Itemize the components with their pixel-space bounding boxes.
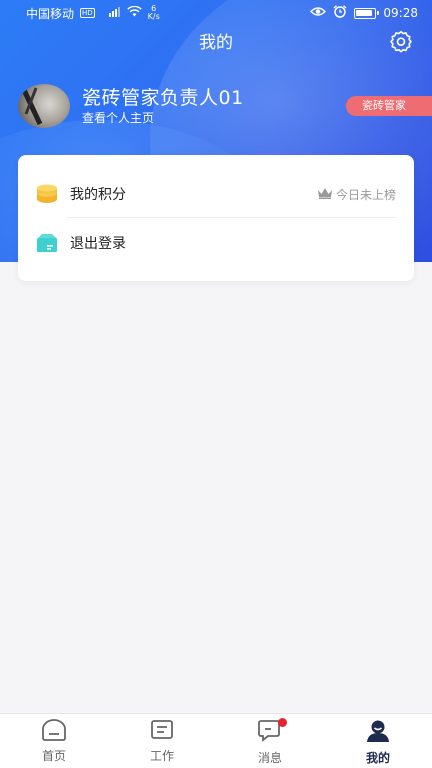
wifi-icon: [126, 5, 142, 20]
hd-badge: HD: [80, 8, 95, 18]
ranking-status: 今日未上榜: [317, 186, 396, 203]
eye-icon: [310, 6, 327, 20]
profile-icon: [365, 719, 391, 747]
avatar[interactable]: [18, 84, 70, 128]
tab-home[interactable]: 首页: [0, 714, 108, 768]
page-title: 我的: [199, 33, 233, 53]
logout-box-icon: [36, 232, 58, 254]
my-points-label: 我的积分: [70, 187, 126, 203]
tab-messages-label: 消息: [257, 751, 282, 765]
notification-dot: [278, 718, 287, 727]
status-bar: 中国移动 HD 6 K/s 09:28: [0, 0, 432, 26]
alarm-icon: [333, 5, 347, 21]
my-points-row[interactable]: 我的积分 今日未上榜: [18, 169, 414, 219]
tab-work-label: 工作: [149, 749, 174, 763]
tab-messages[interactable]: 消息: [216, 714, 324, 768]
user-name: 瓷砖管家负责人01: [82, 87, 244, 109]
work-icon: [150, 719, 174, 745]
battery-icon: [354, 7, 380, 19]
menu-card: 我的积分 今日未上榜 退出登录: [18, 155, 414, 281]
home-icon: [40, 719, 68, 745]
view-profile-link[interactable]: 查看个人主页: [82, 110, 154, 126]
tab-profile[interactable]: 我的: [324, 714, 432, 768]
clock-time: 09:28: [383, 6, 418, 20]
crown-icon: [317, 187, 333, 202]
role-badge: 瓷砖管家: [346, 96, 432, 116]
avatar-image: [21, 87, 43, 126]
logout-row[interactable]: 退出登录: [18, 218, 414, 268]
settings-button[interactable]: [387, 30, 415, 58]
tab-profile-label: 我的: [365, 751, 390, 765]
coins-icon: [36, 183, 58, 205]
tab-home-label: 首页: [41, 749, 66, 763]
bottom-tab-bar: 首页 工作 消息 我的: [0, 713, 432, 768]
logout-label: 退出登录: [70, 236, 126, 252]
ranking-status-text: 今日未上榜: [335, 187, 396, 202]
signal-icon: [101, 6, 121, 20]
carrier-name: 中国移动: [26, 6, 75, 21]
gear-icon: [388, 29, 414, 59]
tab-work[interactable]: 工作: [108, 714, 216, 768]
net-speed: 6 K/s: [148, 5, 160, 21]
net-speed-unit: K/s: [147, 12, 160, 21]
